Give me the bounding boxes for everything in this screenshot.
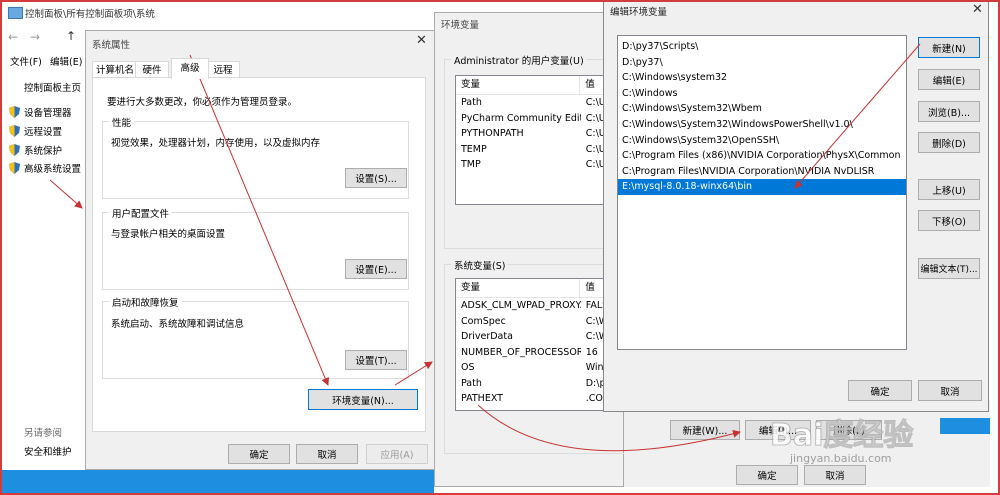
arrow-new-to-path	[794, 43, 921, 189]
tab-advanced[interactable]: 高级	[171, 58, 209, 79]
arrow-to-system-vars	[394, 361, 433, 386]
arrow-to-advanced-settings	[49, 179, 83, 209]
watermark-url: jingyan.baidu.com	[790, 452, 892, 465]
arrow-to-env-button	[189, 54, 329, 386]
arrow-path-to-edit	[477, 404, 741, 452]
watermark-brand: Bai度经验	[769, 418, 914, 454]
